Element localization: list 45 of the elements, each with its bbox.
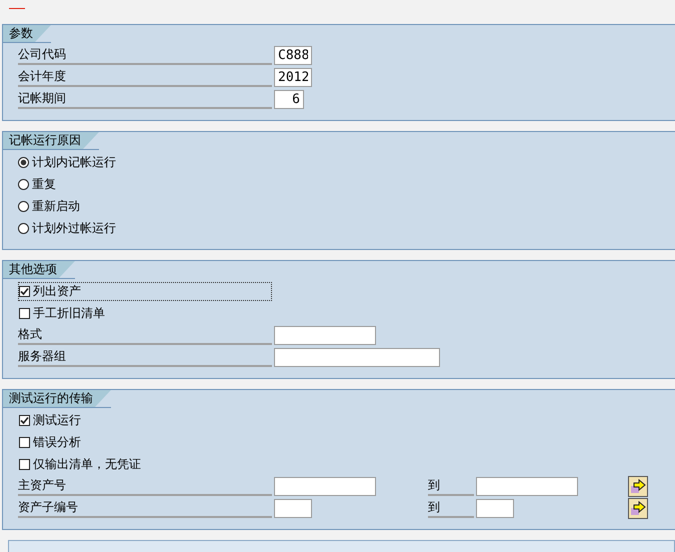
field-label: 主资产号 [18, 476, 272, 496]
group-title: 记帐运行原因 [3, 132, 99, 149]
radio-label[interactable]: 计划内记帐运行 [32, 154, 116, 170]
radio-button[interactable] [18, 178, 29, 190]
arrow-icon [630, 478, 646, 494]
input-field[interactable]: C888 [274, 46, 312, 64]
multiple-selection-button[interactable] [628, 476, 648, 496]
checkbox-label[interactable]: 仅输出清单，无凭证 [33, 456, 141, 472]
checkbox-label[interactable]: 手工折旧清单 [33, 304, 105, 322]
input-field[interactable] [274, 476, 376, 496]
radio-button[interactable] [18, 200, 29, 212]
input-field[interactable] [274, 326, 376, 344]
radio-button[interactable] [18, 156, 29, 168]
group-title: 参数 [3, 25, 51, 42]
input-field[interactable] [476, 476, 578, 496]
input-field[interactable] [274, 498, 312, 518]
dash-mark [9, 8, 25, 9]
checkbox[interactable] [19, 286, 30, 296]
arrow-icon [630, 500, 646, 516]
input-field[interactable]: 2012 [274, 68, 312, 86]
radio-label[interactable]: 重复 [32, 176, 56, 192]
checkbox-label[interactable]: 测试运行 [33, 412, 81, 428]
radio-button[interactable] [18, 222, 29, 234]
radio-label[interactable]: 计划外过帐运行 [32, 220, 116, 236]
input-field[interactable] [274, 348, 440, 366]
field-label: 记帐期间 [18, 90, 272, 108]
multiple-selection-button[interactable] [628, 498, 648, 518]
input-field[interactable]: 6 [274, 90, 304, 108]
field-label: 到 [428, 498, 474, 518]
checkbox[interactable] [19, 308, 30, 318]
checkbox[interactable] [19, 458, 30, 470]
checkbox-label[interactable]: 列出资产 [33, 282, 81, 300]
checkbox[interactable] [19, 414, 30, 426]
radio-label[interactable]: 重新启动 [32, 198, 80, 214]
field-label: 资产子编号 [18, 498, 272, 518]
field-label: 到 [428, 476, 474, 496]
checkbox[interactable] [19, 436, 30, 448]
field-label: 公司代码 [18, 46, 272, 64]
group-title: 测试运行的传输 [3, 390, 111, 407]
checkbox-label[interactable]: 错误分析 [33, 434, 81, 450]
field-label: 会计年度 [18, 68, 272, 86]
input-field[interactable] [476, 498, 514, 518]
group-title: 其他选项 [3, 261, 75, 278]
field-label: 格式 [18, 326, 272, 344]
field-label: 服务器组 [18, 348, 272, 366]
